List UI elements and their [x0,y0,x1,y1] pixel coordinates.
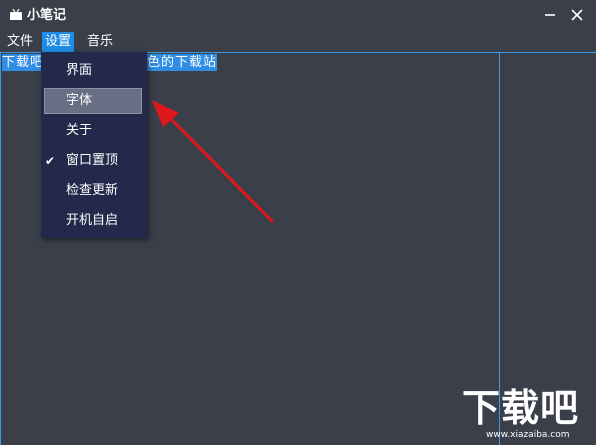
menu-file[interactable]: 文件 [4,32,36,52]
settings-dropdown: 界面 字体 关于 ✔ 窗口置顶 检查更新 开机自启 [41,52,147,238]
dropdown-item-about[interactable]: 关于 [41,116,147,146]
dropdown-item-check-updates[interactable]: 检查更新 [41,176,147,206]
dropdown-item-label: 字体 [66,93,93,108]
app-icon [10,9,22,20]
menu-bar: 文件 设置 音乐 [0,32,596,52]
close-icon[interactable] [568,6,586,24]
dropdown-item-label: 检查更新 [66,183,119,198]
menu-music[interactable]: 音乐 [84,32,116,52]
window-title: 小笔记 [27,8,67,23]
editor-left-border [0,52,1,445]
dropdown-item-label: 关于 [66,123,93,138]
selected-text-right: 色的下载站 [147,54,218,71]
dropdown-item-label: 界面 [66,63,93,78]
dropdown-item-autostart[interactable]: 开机自启 [41,206,147,236]
minimize-icon[interactable] [541,6,559,24]
title-bar: 小笔记 [0,0,596,32]
selected-text-left: 下载吧 [2,54,45,71]
watermark-url: www.xiazaiba.com [486,430,570,440]
hover-highlight [44,88,142,114]
checkmark-icon: ✔ [45,154,56,168]
watermark-logo: 下载吧 www.xiazaiba.com [458,385,596,445]
menu-settings[interactable]: 设置 [42,32,75,52]
watermark-title: 下载吧 [462,386,580,430]
dropdown-item-always-on-top[interactable]: ✔ 窗口置顶 [41,146,147,176]
dropdown-item-font[interactable]: 字体 [41,86,147,116]
dropdown-item-label: 窗口置顶 [66,153,119,168]
dropdown-item-interface[interactable]: 界面 [41,56,147,86]
dropdown-item-label: 开机自启 [66,213,119,228]
